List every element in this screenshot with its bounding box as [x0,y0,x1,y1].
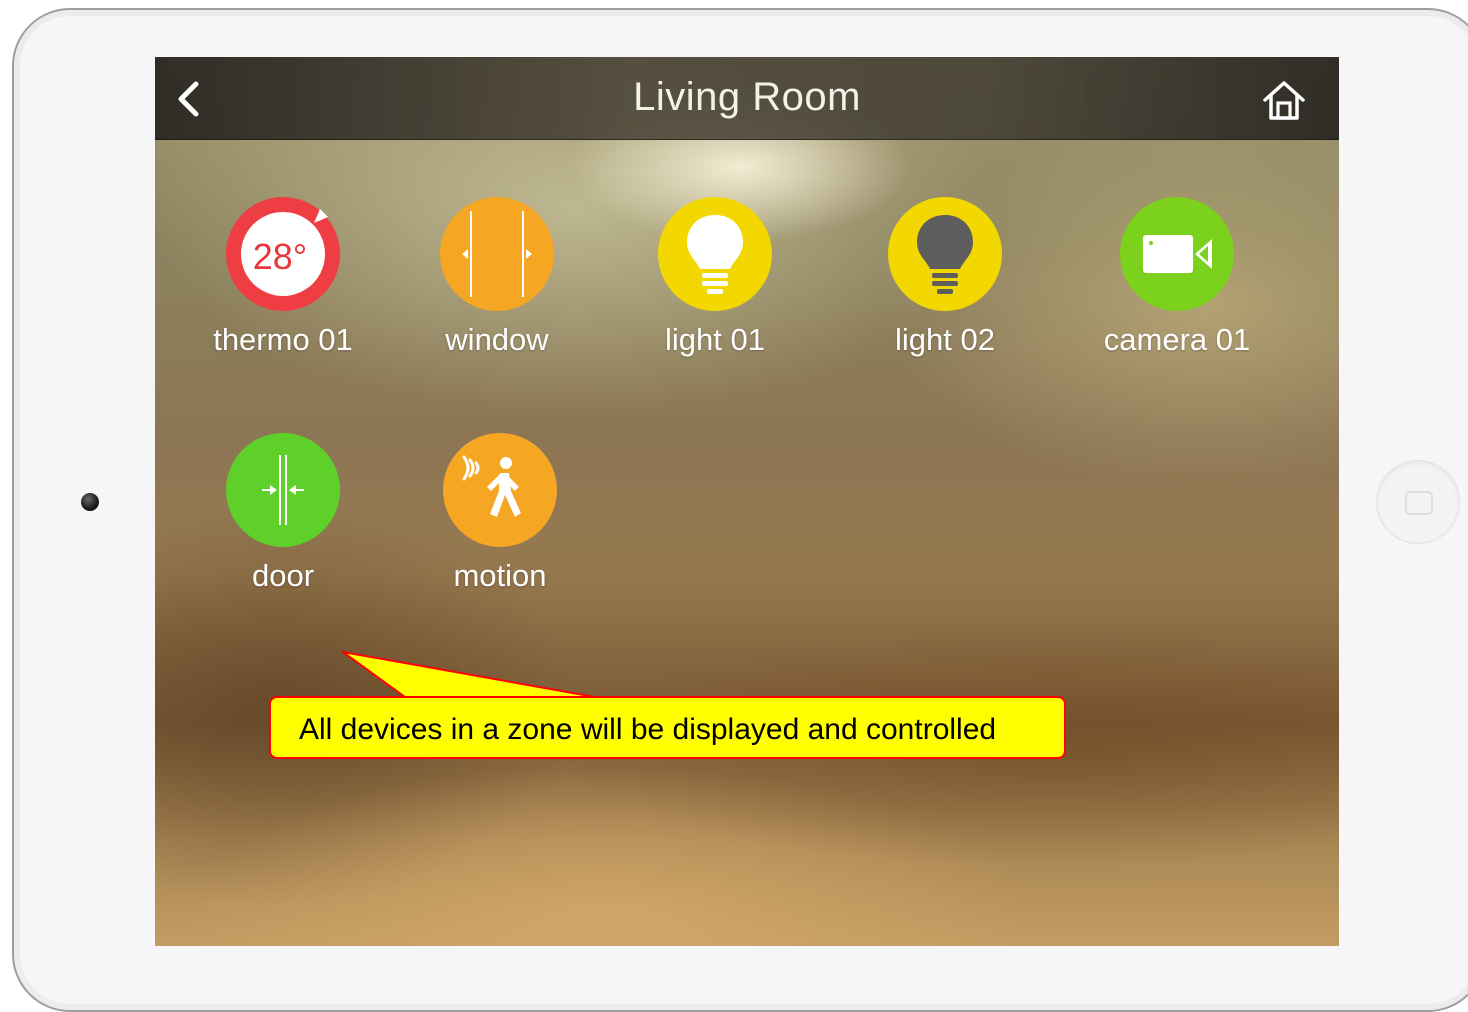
device-light-02[interactable]: light 02 [835,197,1055,377]
device-motion[interactable]: motion [390,433,610,613]
lightbulb-off-icon [888,197,1002,311]
device-label: thermo 01 [213,322,353,357]
thermo-temperature-value: 28° [253,236,307,277]
motion-sensor-icon [443,433,557,547]
door-icon [226,433,340,547]
device-thermo-01[interactable]: 28° thermo 01 [173,197,393,377]
top-bar: Living Room [155,57,1339,140]
camera-icon [1120,197,1234,311]
device-label: light 01 [665,322,765,357]
device-label: window [445,322,549,357]
device-label: motion [453,558,547,593]
page-title: Living Room [633,75,861,119]
thermostat-icon: 28° [226,197,340,311]
device-window[interactable]: window [387,197,607,377]
front-camera [81,493,99,511]
device-label: light 02 [895,322,995,357]
app-screen: Living Room 28° thermo 01 window light 0… [155,57,1339,946]
device-light-01[interactable]: light 01 [605,197,825,377]
device-door[interactable]: door [173,433,393,613]
device-label: camera 01 [1103,322,1251,357]
home-button-glyph [1405,491,1433,515]
hardware-home-button[interactable] [1376,460,1460,544]
lightbulb-on-icon [658,197,772,311]
home-icon[interactable] [1260,77,1308,125]
device-label: door [251,558,315,593]
device-camera-01[interactable]: camera 01 [1067,197,1287,377]
annotation-callout: All devices in a zone will be displayed … [269,696,1066,759]
window-icon [440,197,554,311]
